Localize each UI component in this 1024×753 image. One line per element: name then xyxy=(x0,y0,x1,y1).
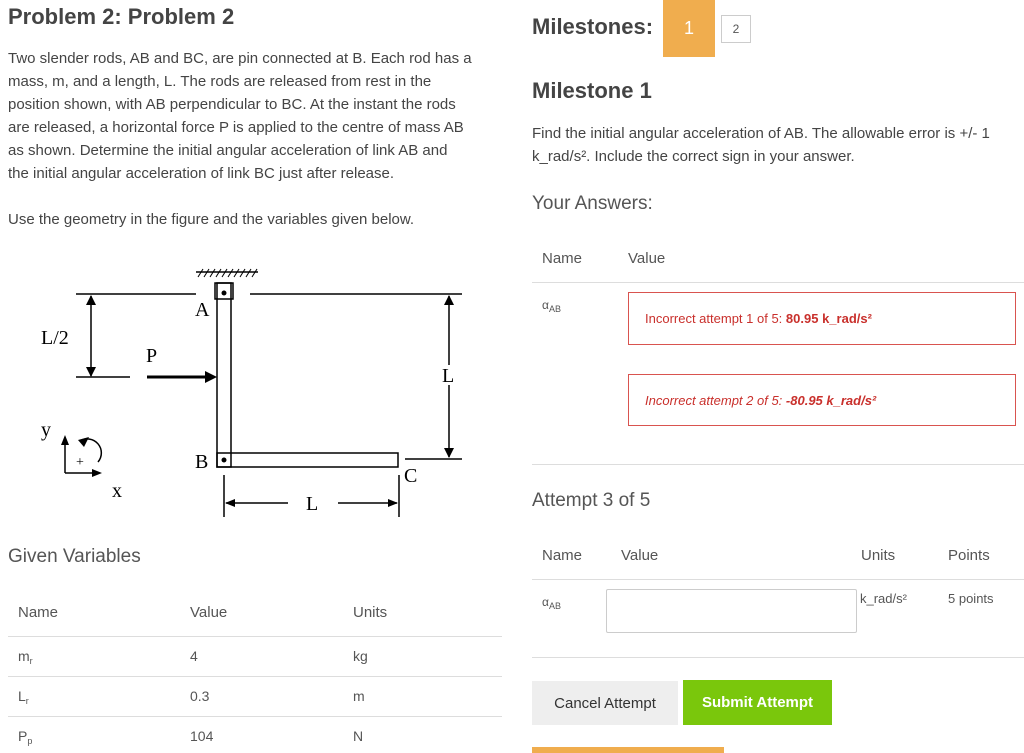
rod-bc xyxy=(216,452,399,468)
attempt-header-points: Points xyxy=(948,547,990,564)
incorrect-attempt-2: Incorrect attempt 2 of 5: -80.95 k_rad/s… xyxy=(628,374,1016,426)
milestones-label: Milestones: xyxy=(532,14,654,39)
attempt-header-value: Value xyxy=(621,547,659,564)
description-line: are released, a horizontal force P is ap… xyxy=(8,119,464,136)
ceiling-hatch xyxy=(197,268,258,278)
divider xyxy=(532,579,1024,580)
milestone-text: Find the initial angular acceleration of… xyxy=(532,122,1022,168)
divider xyxy=(532,282,1024,283)
attempt-header-units: Units xyxy=(861,547,896,564)
label-c: C xyxy=(404,465,417,487)
problem-instruction: Use the geometry in the figure and the v… xyxy=(8,211,415,228)
variable-value: 4 xyxy=(190,648,198,664)
description-line: mass, m, and a length, L. The rods are r… xyxy=(8,73,432,90)
label-length-horizontal: L xyxy=(306,493,318,515)
given-header-units: Units xyxy=(353,604,388,621)
label-force: P xyxy=(146,345,157,367)
divider xyxy=(8,716,502,717)
problem-figure: L/2 P A B C L L y x + xyxy=(41,268,462,517)
label-y: y xyxy=(41,419,51,441)
milestone-button-1[interactable]: 1 xyxy=(663,0,715,57)
answer-input[interactable] xyxy=(606,589,857,633)
answer-name: αAB xyxy=(542,298,561,314)
submit-attempt-button[interactable]: Submit Attempt xyxy=(683,680,832,725)
attempt-value: -80.95 k_rad/s² xyxy=(785,392,877,408)
description-line: position shown, with AB perpendicular to… xyxy=(8,96,456,113)
problem-title: Problem 2: Problem 2 xyxy=(8,4,235,29)
description-line: the initial angular acceleration of link… xyxy=(8,165,395,182)
attempt-value: 80.95 k_rad/s² xyxy=(785,311,872,326)
pin-a xyxy=(221,290,227,296)
milestone-text-line: Find the initial angular acceleration of… xyxy=(532,125,990,142)
variable-units: N xyxy=(353,728,364,744)
next-button-edge[interactable] xyxy=(532,747,724,753)
cancel-attempt-button[interactable]: Cancel Attempt xyxy=(532,681,678,725)
attempt-prefix: Incorrect attempt 1 of 5: xyxy=(645,311,783,326)
description-line: as shown. Determine the initial angular … xyxy=(8,142,448,159)
attempt-units: k_rad/s² xyxy=(860,591,907,606)
pin-b xyxy=(221,457,227,463)
given-variables-heading: Given Variables xyxy=(8,546,141,567)
label-x: x xyxy=(112,480,122,502)
divider xyxy=(8,676,502,677)
rod-ab xyxy=(216,282,232,468)
label-a: A xyxy=(195,299,210,321)
label-length-vertical: L xyxy=(442,365,454,387)
variable-value: 104 xyxy=(190,728,214,744)
problem-description: Two slender rods, AB and BC, are pin con… xyxy=(8,47,503,185)
variable-name: Lr xyxy=(18,688,29,706)
variable-units: m xyxy=(353,688,365,704)
attempt-heading: Attempt 3 of 5 xyxy=(532,490,651,511)
attempt-prefix: Incorrect attempt 2 of 5: xyxy=(645,392,783,408)
milestone-button-2[interactable]: 2 xyxy=(721,15,751,43)
attempt-name: αAB xyxy=(542,595,561,611)
milestone-text-line: k_rad/s². Include the correct sign in yo… xyxy=(532,148,855,165)
divider xyxy=(8,636,502,637)
attempt-header-name: Name xyxy=(542,547,583,564)
variable-units: kg xyxy=(353,648,368,664)
label-half-length: L/2 xyxy=(41,327,69,349)
answers-header-name: Name xyxy=(542,250,583,267)
your-answers-heading: Your Answers: xyxy=(532,193,653,214)
divider xyxy=(532,657,1024,658)
given-header-name: Name xyxy=(18,604,59,621)
incorrect-attempt-1: Incorrect attempt 1 of 5: 80.95 k_rad/s² xyxy=(628,292,1016,345)
given-header-value: Value xyxy=(190,604,228,621)
divider xyxy=(532,464,1024,465)
attempt-points: 5 points xyxy=(948,591,994,606)
milestone-title: Milestone 1 xyxy=(532,78,652,103)
description-line: Two slender rods, AB and BC, are pin con… xyxy=(8,50,472,67)
label-b: B xyxy=(195,451,208,473)
label-plus: + xyxy=(76,455,84,470)
answers-header-value: Value xyxy=(628,250,666,267)
variable-name: mr xyxy=(18,648,33,666)
variable-name: Pp xyxy=(18,728,33,746)
variable-value: 0.3 xyxy=(190,688,210,704)
